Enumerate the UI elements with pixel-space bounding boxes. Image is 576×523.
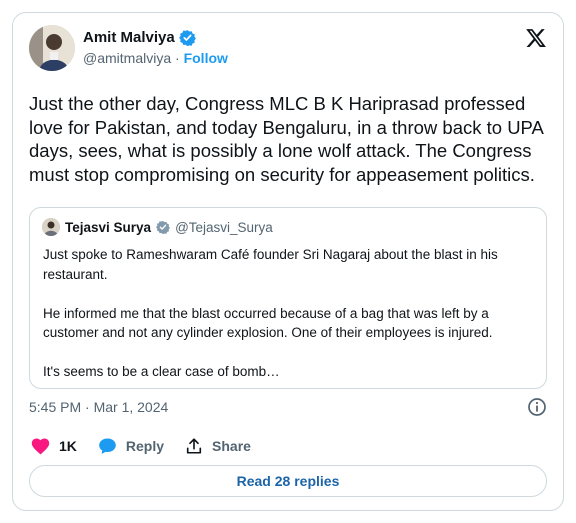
author-name-label[interactable]: Amit Malviya xyxy=(83,29,175,46)
reply-label: Reply xyxy=(125,438,165,454)
reply-button[interactable]: Reply xyxy=(98,437,164,455)
share-button[interactable]: Share xyxy=(185,437,251,455)
author-avatar[interactable] xyxy=(29,25,75,71)
quoted-paragraph: Just spoke to Rameshwaram Café founder S… xyxy=(43,247,498,282)
author-handle[interactable]: @amitmalviya xyxy=(83,50,171,66)
author-handle-row: @amitmalviya · Follow xyxy=(83,50,228,66)
embedded-tweet-card: Amit Malviya @amitmalviya · Follow Just … xyxy=(12,12,564,511)
author-name[interactable]: Amit Malviya xyxy=(83,29,196,46)
quoted-tweet[interactable]: Tejasvi Surya @Tejasvi_Surya Just spoke … xyxy=(29,207,547,389)
quoted-tweet-header: Tejasvi Surya @Tejasvi_Surya xyxy=(42,218,273,236)
follow-button[interactable]: Follow xyxy=(184,50,228,66)
like-button[interactable]: 1K xyxy=(31,437,77,455)
heart-icon xyxy=(31,437,50,455)
share-icon xyxy=(185,437,203,455)
quoted-paragraph: It's seems to be a clear case of bomb… xyxy=(43,364,280,379)
quoted-paragraph: He informed me that the blast occurred b… xyxy=(43,305,493,341)
quoted-author-handle[interactable]: @Tejasvi_Surya xyxy=(175,220,273,235)
gray-verified-badge-icon xyxy=(156,220,171,234)
quoted-author-name[interactable]: Tejasvi Surya xyxy=(65,220,151,235)
share-label: Share xyxy=(212,438,251,454)
reply-bubble-icon xyxy=(98,437,117,455)
like-count: 1K xyxy=(59,438,77,454)
x-logo-icon[interactable] xyxy=(525,27,547,49)
verified-badge-icon xyxy=(178,29,196,46)
quoted-tweet-text: Just spoke to Rameshwaram Café founder S… xyxy=(43,245,533,401)
quoted-author-avatar[interactable] xyxy=(42,218,60,236)
info-icon[interactable] xyxy=(527,397,547,417)
tweet-text: Just the other day, Congress MLC B K Har… xyxy=(29,93,543,185)
tweet-timestamp[interactable]: 5:45 PM · Mar 1, 2024 xyxy=(29,399,168,415)
tweet-actions: 1K Reply Share xyxy=(31,437,272,455)
read-replies-button[interactable]: Read 28 replies xyxy=(29,465,547,497)
handle-separator: · xyxy=(171,50,184,66)
